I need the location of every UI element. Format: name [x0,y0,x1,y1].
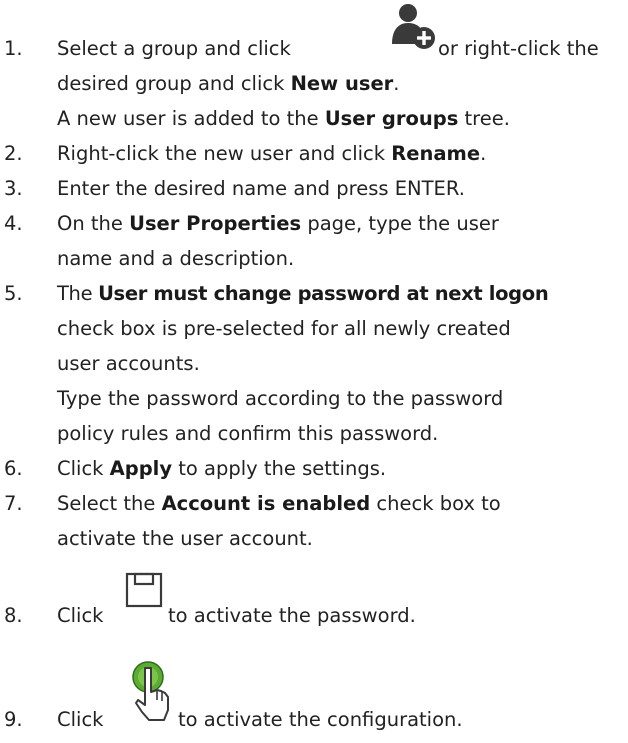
step-3-line-1: Enter the desired name and press ENTER. [57,177,465,200]
step-1-line-1b: or right-click the [438,37,599,60]
step-5-line-3: user accounts. [57,352,200,375]
step-6-number: 6. [4,457,23,480]
step-5-number: 5. [4,282,23,305]
new-user-icon [388,2,436,50]
step-4-number: 4. [4,212,23,235]
step-5-line-2: check box is pre-selected for all newly … [57,317,511,340]
step-3-number: 3. [4,177,23,200]
step-5-line-1: The User must change password at next lo… [57,282,549,305]
step-1-number: 1. [4,37,23,60]
activate-configuration-icon [127,660,173,730]
step-7-line-1: Select the Account is enabled check box … [57,492,501,515]
step-7-line-2: activate the user account. [57,527,313,550]
step-4-line-1: On the User Properties page, type the us… [57,212,499,235]
step-1-line-1a: Select a group and click [57,37,291,60]
step-1-line-2: desired group and click New user. [57,72,400,95]
step-5-line-4: Type the password according to the passw… [57,387,504,410]
step-6-line-1: Click Apply to apply the settings. [57,457,387,480]
step-8-line-1b: to activate the password. [168,604,416,627]
save-icon [125,572,163,608]
step-8-line-1a: Click [57,604,104,627]
step-9-line-1b: to activate the configuration. [178,708,463,731]
step-4-line-2: name and a description. [57,247,295,270]
step-1-line-3: A new user is added to the User groups t… [57,107,510,130]
step-2-line-1: Right-click the new user and click Renam… [57,142,487,165]
step-9-line-1a: Click [57,708,104,731]
step-2-number: 2. [4,142,23,165]
step-5-line-5: policy rules and confirm this password. [57,422,439,445]
step-8-number: 8. [4,604,23,627]
step-9-number: 9. [4,708,23,731]
step-7-number: 7. [4,492,23,515]
